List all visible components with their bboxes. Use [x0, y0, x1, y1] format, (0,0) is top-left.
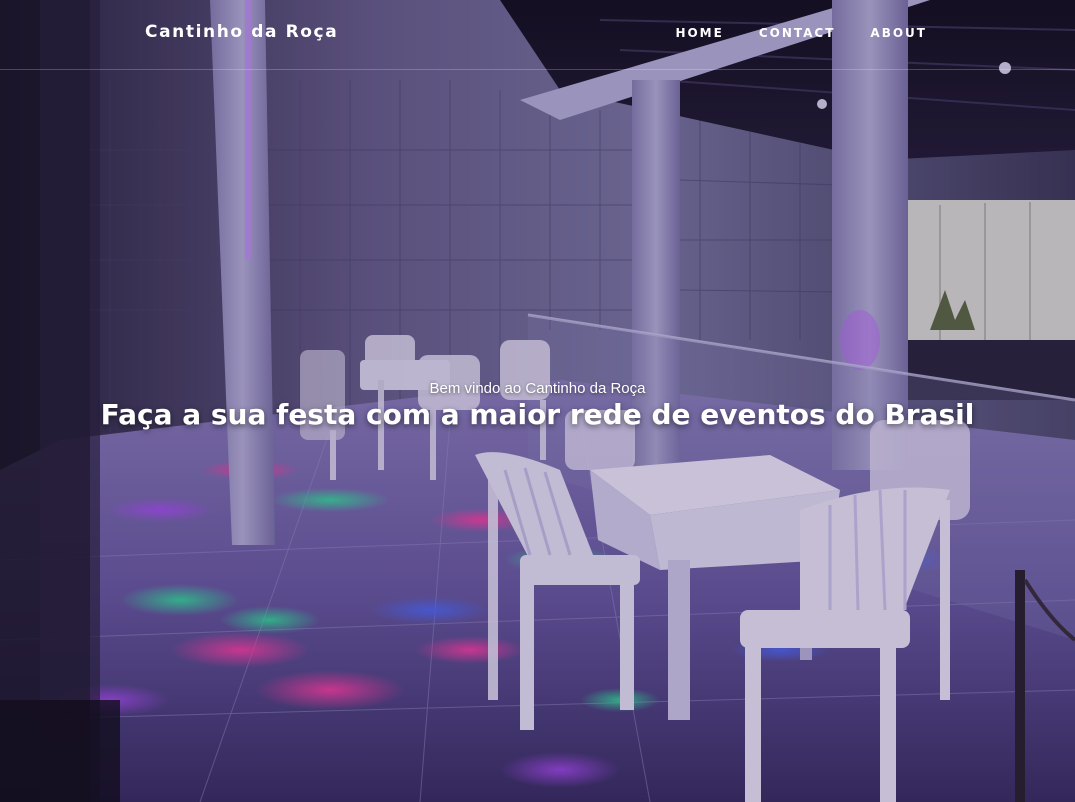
nav-link-home[interactable]: HOME	[675, 26, 723, 40]
brand-link[interactable]: Cantinho da Roça	[145, 22, 338, 42]
hero-text: Bem vindo ao Cantinho da Roça Faça a sua…	[0, 380, 1075, 431]
nav-link-contact[interactable]: CONTACT	[759, 26, 836, 40]
navbar: Cantinho da Roça HOME CONTACT ABOUT	[0, 0, 1075, 70]
hero-title: Faça a sua festa com a maior rede de eve…	[100, 398, 975, 431]
hero-subtitle: Bem vindo ao Cantinho da Roça	[429, 380, 646, 397]
page: Cantinho da Roça HOME CONTACT ABOUT Bem …	[0, 0, 1075, 802]
nav-link-about[interactable]: ABOUT	[870, 26, 927, 40]
nav-links: HOME CONTACT ABOUT	[640, 26, 927, 40]
